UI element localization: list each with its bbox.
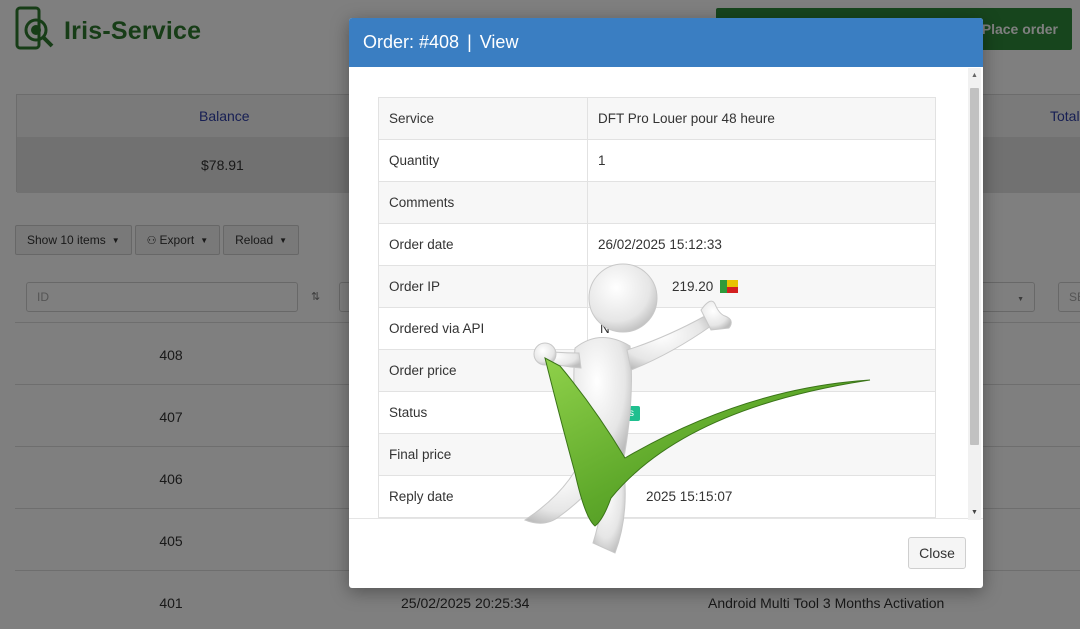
detail-row-quantity: Quantity 1 — [378, 139, 936, 182]
scroll-up-icon[interactable]: ▲ — [971, 72, 978, 79]
detail-value: 1 — [587, 139, 936, 182]
thumbs-up-checkmark-mascot — [523, 263, 871, 554]
detail-key: Service — [378, 97, 588, 140]
detail-value: DFT Pro Louer pour 48 heure — [587, 97, 936, 140]
detail-row-comments: Comments — [378, 181, 936, 224]
detail-value — [587, 181, 936, 224]
modal-title-order: Order: #408 — [363, 32, 460, 52]
modal-title-view: View — [479, 32, 519, 52]
scrollbar-thumb[interactable] — [970, 88, 979, 445]
modal-title-separator: | — [467, 32, 472, 52]
detail-key: Comments — [378, 181, 588, 224]
modal-scrollbar[interactable]: ▲ ▼ — [968, 68, 981, 520]
modal-header: Order: #408 | View — [349, 18, 983, 67]
detail-row-service: Service DFT Pro Louer pour 48 heure — [378, 97, 936, 140]
close-button[interactable]: Close — [908, 537, 966, 569]
scroll-down-icon[interactable]: ▼ — [971, 509, 978, 516]
detail-key: Quantity — [378, 139, 588, 182]
